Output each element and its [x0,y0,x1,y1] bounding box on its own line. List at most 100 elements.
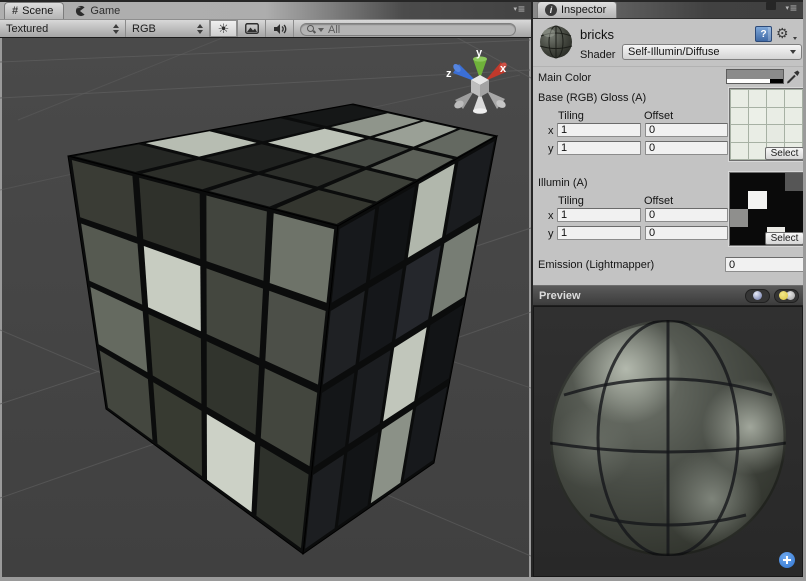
preview-lighting-button[interactable] [774,289,799,303]
texture-cell [748,173,766,191]
window-edge-top [0,0,806,2]
render-mode-value: RGB [132,23,156,35]
scene-search-field[interactable]: All [300,23,516,36]
scene-viewport[interactable]: y z x [0,0,531,581]
menu-arrow-icon: ▾ [785,4,789,12]
lights-icon [779,291,795,301]
illumin-tiling-label: Tiling [558,195,584,207]
base-offset-y-field[interactable] [645,141,728,155]
search-placeholder: All [328,24,340,36]
add-button[interactable] [779,552,795,568]
shader-value: Self-Illumin/Diffuse [628,46,720,58]
texture-cell [731,90,748,107]
illumin-tiling-x-field[interactable] [557,208,641,222]
illumin-tiling-y-field[interactable] [557,226,641,240]
texture-cell [785,108,802,125]
gear-menu-button[interactable]: ⚙ [776,25,796,42]
base-y-label: y [548,143,554,155]
speaker-icon [273,23,287,35]
illumin-offset-y-field[interactable] [645,226,728,240]
texture-cell [767,173,785,191]
tab-scene[interactable]: # Scene [4,2,64,19]
dropdown-arrow-icon [790,50,796,54]
texture-cell [785,191,803,209]
window-edge-bottom [0,577,806,581]
preview-title: Preview [533,290,581,302]
illumin-x-label: x [548,210,554,222]
unity-editor-window: y z x # Scene Game ▾ ≡ [0,0,806,581]
gizmo-y-label: y [476,47,483,59]
texture-cell [731,125,748,142]
search-icon [307,25,316,34]
tab-game[interactable]: Game [64,2,130,19]
emission-field[interactable] [725,257,804,272]
scene-toolbar: Textured RGB ☀ [0,19,531,38]
illumin-offset-label: Offset [644,195,673,207]
scene-tab-label: Scene [22,5,53,17]
texture-cell [730,209,748,227]
illumin-section-label: Illumin (A) [538,177,588,189]
gizmo-x-label: x [500,63,507,75]
draw-mode-dropdown[interactable]: Textured [0,20,126,37]
alpha-bar [727,79,783,83]
help-button[interactable]: ? [755,26,772,42]
sun-icon: ☀ [218,22,230,35]
texture-cell [785,209,803,227]
lock-icon[interactable] [766,2,776,10]
game-tab-label: Game [90,5,120,17]
base-tiling-x-field[interactable] [557,123,641,137]
preview-header[interactable]: Preview [533,285,803,306]
popup-arrows-icon [189,24,203,34]
tab-inspector[interactable]: i Inspector [537,1,617,18]
scene-tab-icon: # [12,5,18,17]
gizmo-z-label: z [446,68,452,80]
texture-cell [767,108,784,125]
illumin-y-label: y [548,228,554,240]
menu-lines-icon: ≡ [518,2,524,16]
texture-cell [730,227,748,245]
illumin-texture-select-button[interactable]: Select [765,232,804,245]
scene-audio-toggle[interactable] [266,20,294,37]
inspector-tab-label: Inspector [561,4,606,16]
base-section-label: Base (RGB) Gloss (A) [538,92,646,104]
main-color-swatch[interactable] [726,69,784,84]
texture-cell [730,173,748,191]
shader-dropdown[interactable]: Self-Illumin/Diffuse [622,44,802,60]
shader-label: Shader [580,49,615,61]
eyedropper-icon[interactable] [786,67,801,84]
texture-cell [767,191,785,209]
inspector-pane: i Inspector ▾ ≡ bricks Shader [533,0,803,581]
texture-cell [749,143,766,160]
header-separator [533,66,803,67]
gear-icon: ⚙ [776,25,789,41]
texture-cell [767,125,784,142]
base-offset-label: Offset [644,110,673,122]
main-color-label: Main Color [538,72,591,84]
scene-lighting-toggle[interactable]: ☀ [210,20,238,37]
base-tiling-label: Tiling [558,110,584,122]
illumin-offset-x-field[interactable] [645,208,728,222]
base-texture-select-button[interactable]: Select [765,147,804,160]
menu-arrow-icon: ▾ [513,5,517,13]
render-mode-dropdown[interactable]: RGB [126,20,210,37]
base-tiling-y-field[interactable] [557,141,641,155]
base-x-label: x [548,125,554,137]
texture-cell [785,125,802,142]
material-preview-area[interactable] [533,306,803,577]
scene-pane-menu-button[interactable]: ▾ ≡ [513,2,531,19]
scene-skybox-toggle[interactable] [238,20,266,37]
sphere-icon [753,291,762,300]
texture-cell [748,227,766,245]
texture-cell [749,125,766,142]
image-icon [245,23,259,34]
scene-tabbar: # Scene Game ▾ ≡ [0,0,531,19]
base-offset-x-field[interactable] [645,123,728,137]
texture-cell [748,191,766,209]
texture-cell [749,108,766,125]
pane-splitter[interactable] [531,0,533,581]
texture-cell [749,90,766,107]
inspector-pane-menu: ▾ ≡ [766,1,803,18]
material-preview-icon [538,24,574,60]
menu-lines-icon[interactable]: ≡ [790,1,796,15]
preview-shape-button[interactable] [745,289,770,303]
